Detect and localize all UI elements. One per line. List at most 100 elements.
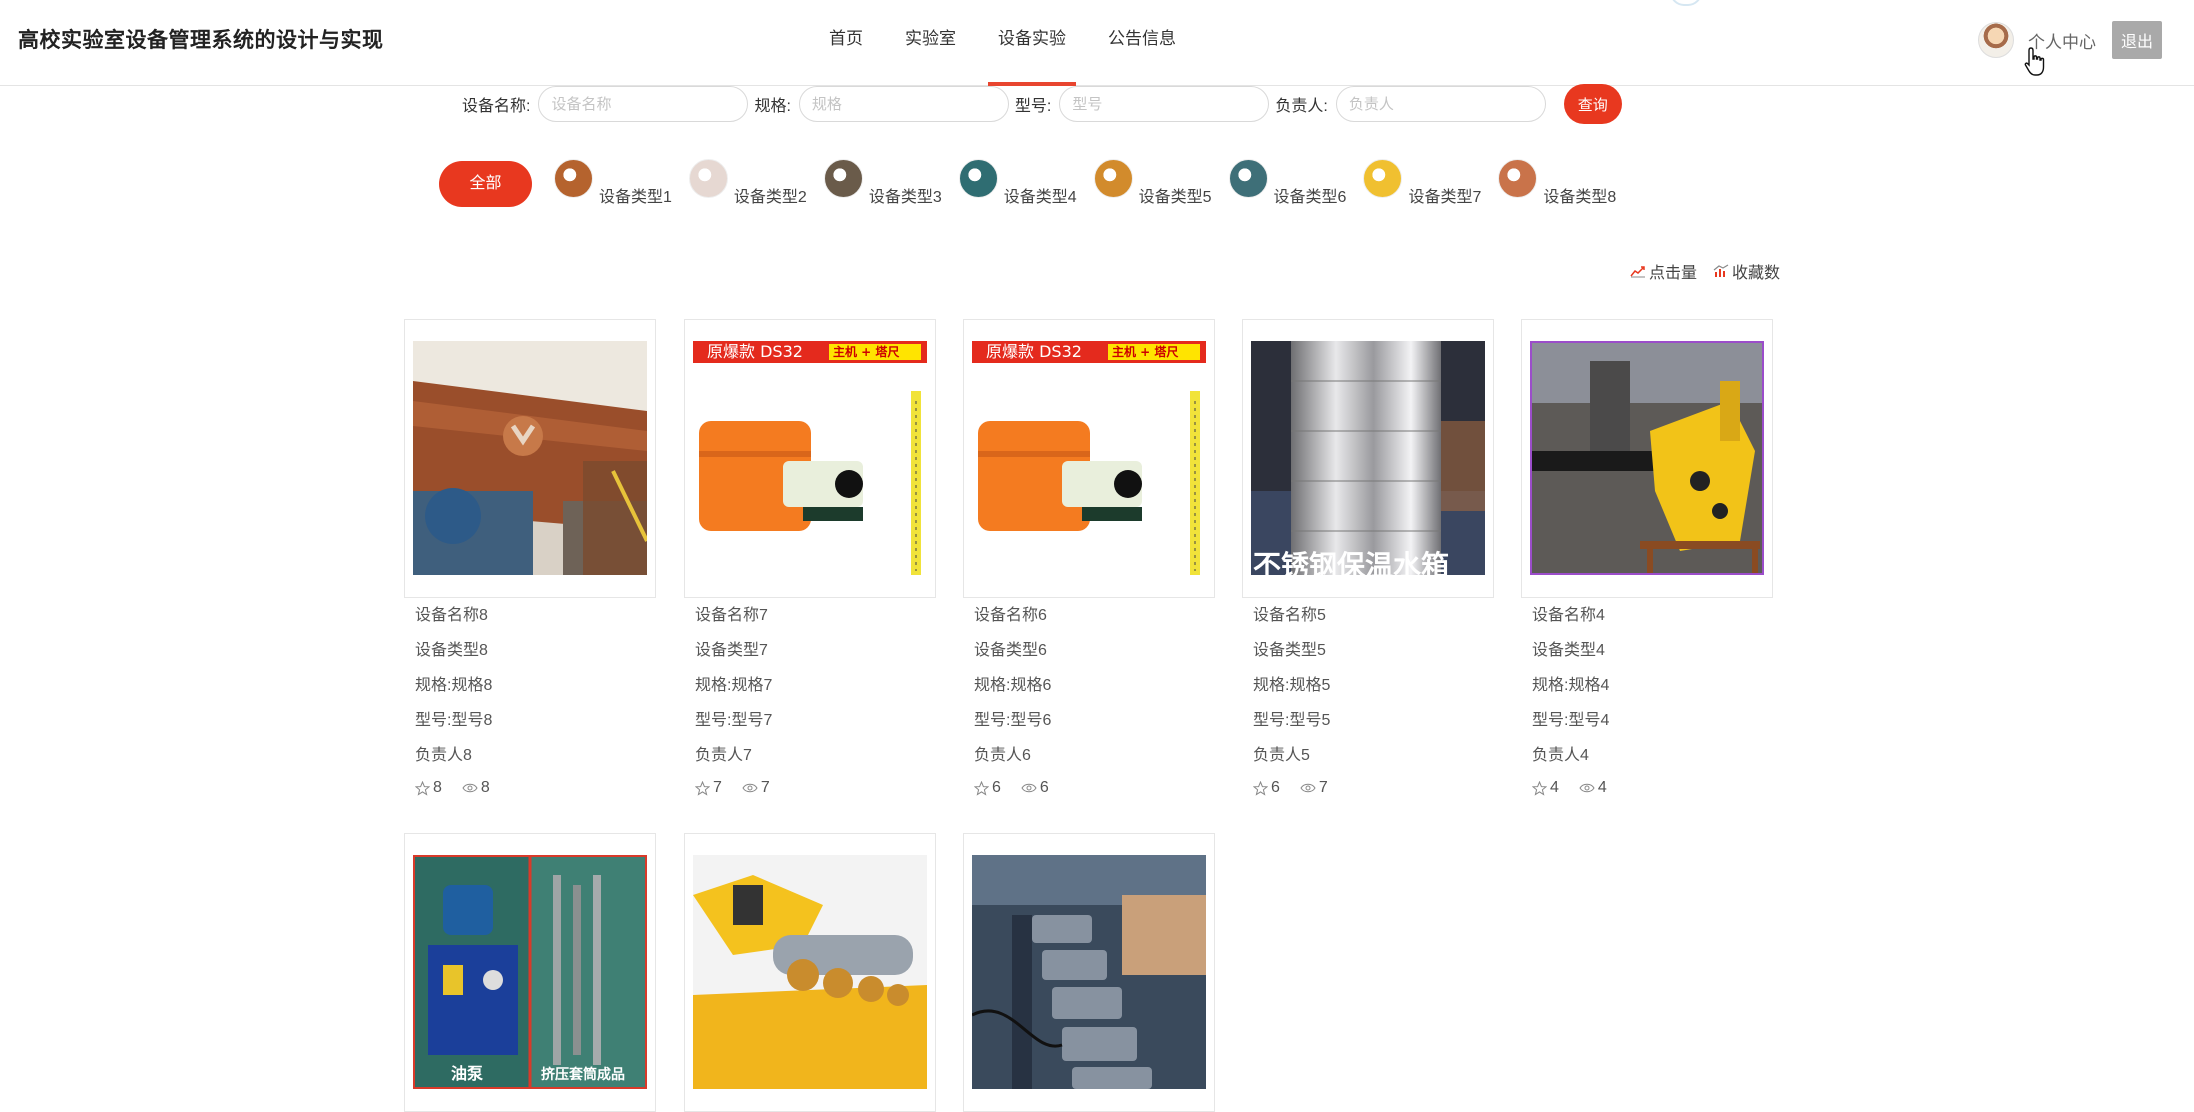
device-model: 型号:型号8 (415, 712, 493, 729)
device-spec: 规格:规格8 (415, 677, 493, 694)
device-image-frame: 原爆款 DS32 主机 + 塔尺 (684, 319, 936, 598)
label-spec: 规格: (754, 98, 791, 115)
category-label: 设备类型7 (1408, 189, 1482, 206)
nav-announcements[interactable]: 公告信息 (1098, 0, 1186, 85)
device-image-frame: 不锈钢保温水箱 (1242, 319, 1494, 598)
device-photo: 原爆款 DS32 主机 + 塔尺 (972, 341, 1206, 575)
view-count-value: 8 (480, 779, 490, 796)
category-item-7[interactable]: 设备类型7 (1363, 159, 1482, 208)
category-thumbnail (1228, 159, 1268, 198)
label-device-name: 设备名称: (462, 98, 531, 115)
device-type: 设备类型5 (1253, 642, 1326, 659)
view-count: 6 (1021, 779, 1049, 797)
main-nav: 首页 实验室 设备实验 公告信息 (808, 0, 1197, 86)
star-icon (415, 780, 430, 796)
svg-text:挤压套筒成品: 挤压套筒成品 (541, 1066, 625, 1083)
category-item-1[interactable]: 设备类型1 (554, 159, 672, 208)
favorite-count-value: 6 (1271, 779, 1280, 796)
favorite-count-value: 4 (1550, 779, 1559, 796)
category-thumbnail (1093, 159, 1133, 198)
device-type: 设备类型7 (695, 642, 768, 659)
view-count-value: 6 (1039, 779, 1049, 796)
star-icon (974, 780, 989, 796)
eye-icon (1579, 783, 1595, 793)
category-all-button[interactable]: 全部 (439, 161, 532, 207)
model-input[interactable] (1059, 86, 1270, 122)
logout-button[interactable]: 退出 (2111, 21, 2162, 59)
device-name-input[interactable] (538, 86, 749, 122)
user-area: 个人中心 退出 (1977, 21, 2162, 59)
category-thumbnail (823, 159, 863, 198)
category-thumbnail (1498, 159, 1538, 198)
svg-text:原爆款 DS32: 原爆款 DS32 (707, 342, 803, 361)
device-photo (1530, 341, 1764, 575)
eye-icon (1300, 783, 1316, 793)
category-label: 设备类型4 (1003, 189, 1077, 206)
spec-input[interactable] (798, 86, 1009, 122)
device-card[interactable]: 设备名称8 设备类型8 规格:规格8 型号:型号8 负责人8 8 8 (404, 319, 656, 803)
view-count-value: 7 (760, 779, 770, 796)
category-thumbnail (1363, 159, 1403, 198)
device-name: 设备名称4 (1532, 607, 1605, 624)
device-image-frame (1521, 319, 1773, 598)
device-card[interactable]: 油泵 挤压套筒成品 (404, 833, 656, 1112)
view-count-value: 4 (1597, 779, 1607, 796)
svg-text:不锈钢保温水箱: 不锈钢保温水箱 (1253, 549, 1449, 575)
device-model: 型号:型号7 (695, 712, 773, 729)
device-photo: 不锈钢保温水箱 (1251, 341, 1485, 575)
owner-input[interactable] (1335, 86, 1546, 122)
category-thumbnail (554, 159, 593, 198)
search-button[interactable]: 查询 (1563, 84, 1622, 124)
device-owner: 负责人6 (974, 747, 1031, 764)
category-label: 设备类型5 (1138, 189, 1212, 206)
avatar[interactable] (1977, 22, 2014, 58)
sort-bar: 点击量 收藏数 (1614, 259, 1780, 283)
device-spec: 规格:规格4 (1532, 677, 1610, 694)
device-card[interactable]: 原爆款 DS32 主机 + 塔尺 设备名称6 设备类型6 规格:规格6 型号:型… (963, 319, 1215, 803)
device-card[interactable] (963, 833, 1215, 1112)
device-photo (413, 341, 647, 575)
svg-text:油泵: 油泵 (451, 1064, 483, 1083)
device-type: 设备类型6 (974, 642, 1047, 659)
svg-text:原爆款 DS32: 原爆款 DS32 (986, 342, 1082, 361)
device-name: 设备名称5 (1253, 607, 1326, 624)
category-label: 设备类型3 (868, 189, 942, 206)
nav-laboratory[interactable]: 实验室 (895, 0, 966, 85)
svg-text:主机 + 塔尺: 主机 + 塔尺 (833, 344, 899, 359)
nav-device-experiment[interactable]: 设备实验 (988, 0, 1076, 86)
nav-home[interactable]: 首页 (819, 0, 873, 85)
eye-icon (462, 783, 478, 793)
device-owner: 负责人8 (415, 747, 472, 764)
favorite-count: 4 (1532, 779, 1559, 797)
favorite-count: 8 (415, 779, 442, 797)
category-label: 设备类型2 (733, 189, 807, 206)
category-item-4[interactable]: 设备类型4 (958, 159, 1077, 208)
device-owner: 负责人4 (1532, 747, 1589, 764)
star-icon (695, 780, 710, 796)
device-type: 设备类型8 (415, 642, 488, 659)
favorite-count-value: 7 (713, 779, 722, 796)
device-name: 设备名称7 (695, 607, 768, 624)
device-card[interactable]: 原爆款 DS32 主机 + 塔尺 设备名称7 设备类型7 规格:规格7 型号:型… (684, 319, 936, 803)
device-photo (693, 855, 927, 1089)
category-item-8[interactable]: 设备类型8 (1498, 159, 1617, 208)
device-card[interactable]: 不锈钢保温水箱 设备名称5 设备类型5 规格:规格5 型号:型号5 负责人5 6… (1242, 319, 1494, 803)
view-count: 8 (462, 779, 490, 797)
category-item-2[interactable]: 设备类型2 (688, 159, 807, 208)
device-model: 型号:型号5 (1253, 712, 1331, 729)
device-image-frame (684, 833, 936, 1112)
device-model: 型号:型号6 (974, 712, 1052, 729)
sort-by-favorites[interactable]: 收藏数 (1713, 259, 1780, 283)
device-owner: 负责人7 (695, 747, 752, 764)
device-card[interactable]: 设备名称4 设备类型4 规格:规格4 型号:型号4 负责人4 4 4 (1521, 319, 1773, 803)
device-photo: 原爆款 DS32 主机 + 塔尺 (693, 341, 927, 575)
sort-by-clicks[interactable]: 点击量 (1630, 259, 1697, 283)
favorite-count: 7 (695, 779, 722, 797)
category-item-6[interactable]: 设备类型6 (1228, 159, 1346, 208)
device-spec: 规格:规格6 (974, 677, 1052, 694)
category-item-3[interactable]: 设备类型3 (823, 159, 942, 208)
category-label: 设备类型8 (1543, 189, 1617, 206)
device-model: 型号:型号4 (1532, 712, 1610, 729)
category-item-5[interactable]: 设备类型5 (1093, 159, 1212, 208)
device-card[interactable] (684, 833, 936, 1112)
